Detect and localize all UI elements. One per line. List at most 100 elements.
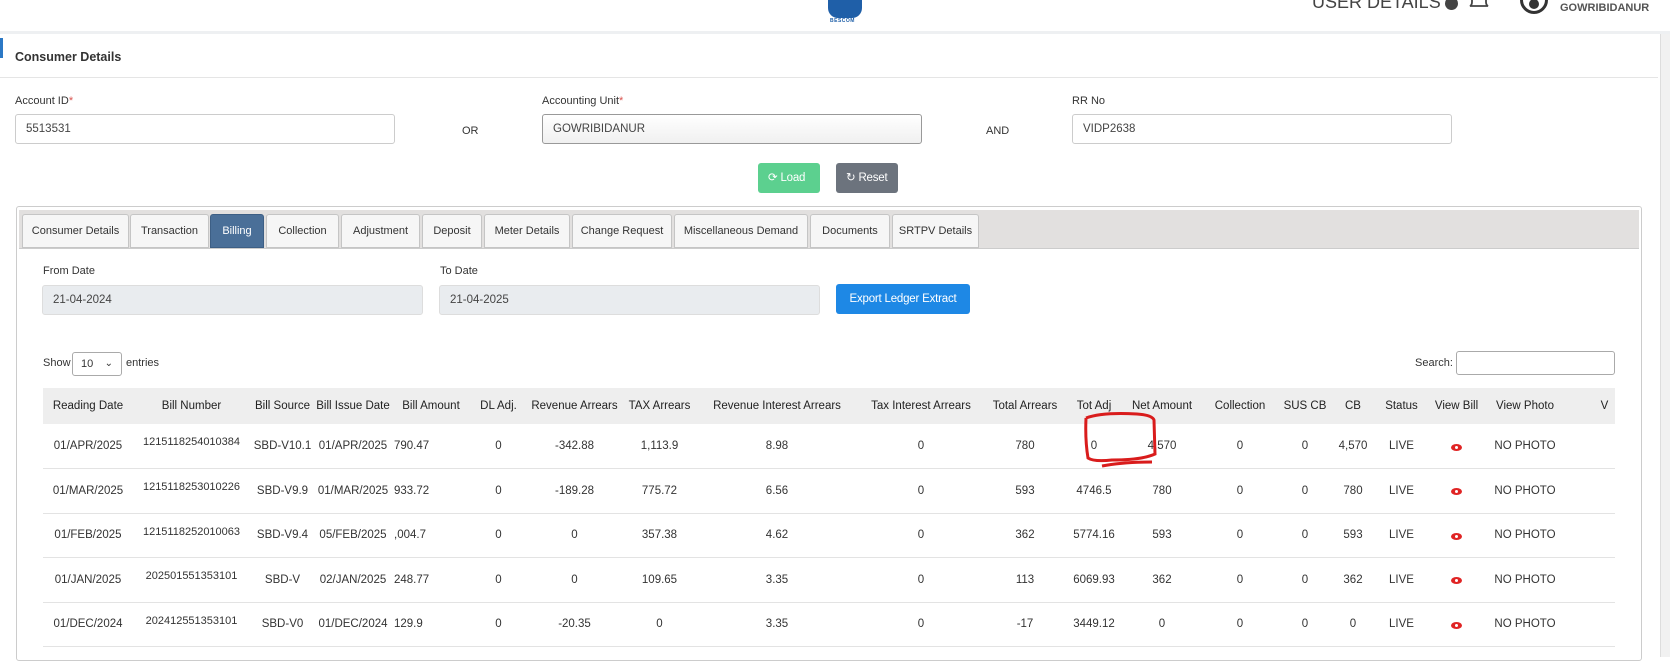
table-cell: NO PHOTO bbox=[1494, 484, 1556, 497]
column-header[interactable]: TAX Arrears bbox=[623, 388, 696, 424]
table-cell: 3449.12 bbox=[1073, 618, 1115, 631]
tab-adjustment[interactable]: Adjustment bbox=[341, 214, 420, 248]
eye-icon[interactable] bbox=[1451, 532, 1462, 540]
table-row: 01/MAR/2025 1215118253010226 SBD-V9.9 01/MA… bbox=[43, 469, 1615, 514]
column-header[interactable]: View Bill bbox=[1429, 388, 1484, 424]
billing-table-container[interactable]: Reading Date Bill Number Bill Source Bill I… bbox=[43, 388, 1615, 657]
reset-label: Reset bbox=[858, 172, 888, 184]
column-header[interactable]: SUS CB bbox=[1278, 388, 1332, 424]
column-header[interactable]: Status bbox=[1374, 388, 1429, 424]
column-header[interactable]: Collection bbox=[1202, 388, 1278, 424]
table-cell: SBD-V0 bbox=[261, 618, 304, 631]
table-cell: 0 bbox=[1236, 573, 1244, 586]
column-header[interactable]: Reading Date bbox=[43, 388, 133, 424]
table-cell: NO PHOTO bbox=[1494, 529, 1556, 542]
export-ledger-extract-button[interactable]: Export Ledger Extract bbox=[836, 284, 970, 314]
tab-miscellaneous-demand[interactable]: Miscellaneous Demand bbox=[674, 214, 808, 248]
search-input[interactable] bbox=[1456, 351, 1615, 375]
column-header[interactable]: Total Arrears bbox=[984, 388, 1066, 424]
table-cell: 780 bbox=[1152, 484, 1172, 497]
table-cell: 01/MAR/2025 bbox=[52, 484, 124, 497]
load-button[interactable]: ⟳ Load bbox=[758, 163, 820, 193]
table-cell: -342.88 bbox=[554, 440, 594, 452]
column-header[interactable]: Tot Adj bbox=[1066, 388, 1122, 424]
table-cell: 0 bbox=[571, 573, 578, 586]
table-cell: 362 bbox=[1343, 573, 1363, 586]
table-cell: 4,570 bbox=[1147, 440, 1177, 452]
table-cell: 05/FEB/2025 bbox=[319, 529, 387, 542]
eye-icon[interactable] bbox=[1451, 577, 1462, 585]
table-cell: 1215118254010384 bbox=[142, 436, 241, 448]
table-cell: 01/DEC/2024 bbox=[53, 618, 123, 631]
reset-button[interactable]: ↻ Reset bbox=[836, 163, 898, 193]
table-cell: 0 bbox=[495, 484, 502, 497]
table-cell: 593 bbox=[1015, 484, 1035, 497]
to-date-label: To Date bbox=[440, 265, 478, 277]
to-date-input[interactable]: 21-04-2025 bbox=[439, 285, 820, 315]
table-cell: 0 bbox=[1301, 618, 1309, 631]
table-cell: 1215118252010063 bbox=[142, 525, 241, 538]
table-cell: 5774.16 bbox=[1073, 529, 1115, 542]
column-header[interactable]: View Photo bbox=[1484, 388, 1566, 424]
table-cell: 780 bbox=[1343, 484, 1363, 497]
account-id-input[interactable]: 5513531 bbox=[15, 114, 395, 144]
column-header[interactable]: Revenue Interest Arrears bbox=[696, 388, 858, 424]
bell-icon[interactable] bbox=[1468, 0, 1490, 10]
table-cell: 593 bbox=[1152, 529, 1172, 542]
show-label: Show bbox=[43, 357, 71, 369]
tab-transaction[interactable]: Transaction bbox=[130, 214, 209, 248]
tab-collection[interactable]: Collection bbox=[266, 214, 339, 248]
table-cell: 775.72 bbox=[641, 484, 678, 497]
column-header[interactable]: Bill Amount bbox=[391, 388, 471, 424]
from-date-input[interactable]: 21-04-2024 bbox=[42, 285, 423, 315]
table-cell: 6069.93 bbox=[1073, 573, 1115, 586]
table-row: 01/FEB/2025 1215118252010063 SBD-V9.4 05/FE… bbox=[43, 513, 1615, 558]
eye-icon[interactable] bbox=[1451, 443, 1462, 451]
table-header-row: Reading Date Bill Number Bill Source Bill I… bbox=[43, 388, 1615, 424]
table-cell: 0 bbox=[1236, 618, 1244, 631]
table-cell: LIVE bbox=[1389, 573, 1414, 586]
table-cell bbox=[1566, 513, 1615, 558]
table-cell: 0 bbox=[917, 573, 925, 586]
column-header[interactable]: Bill Issue Date bbox=[315, 388, 391, 424]
column-header[interactable]: Tax Interest Arrears bbox=[858, 388, 984, 424]
search-label: Search: bbox=[1415, 357, 1453, 369]
user-details-menu[interactable]: USER DETAILS bbox=[1312, 0, 1458, 13]
chevron-down-icon: ⌄ bbox=[104, 358, 113, 369]
tab-meter-details[interactable]: Meter Details bbox=[484, 214, 570, 248]
page-length-select[interactable]: 10 ⌄ bbox=[72, 352, 122, 376]
accounting-unit-select[interactable]: GOWRIBIDANUR bbox=[542, 114, 922, 144]
page-scrollbar[interactable] bbox=[1660, 34, 1670, 657]
table-cell bbox=[1566, 469, 1615, 514]
column-header[interactable]: Revenue Arrears bbox=[526, 388, 623, 424]
load-label: Load bbox=[780, 172, 806, 184]
tab-deposit[interactable]: Deposit bbox=[422, 214, 482, 248]
eye-icon[interactable] bbox=[1451, 488, 1462, 496]
table-cell: 8.98 bbox=[765, 440, 789, 452]
eye-icon[interactable] bbox=[1451, 621, 1462, 629]
chevron-down-icon bbox=[1444, 0, 1458, 10]
table-cell: 0 bbox=[1236, 529, 1244, 542]
column-header[interactable]: CB bbox=[1332, 388, 1374, 424]
table-cell: 0 bbox=[1301, 573, 1309, 586]
tab-change-request[interactable]: Change Request bbox=[572, 214, 672, 248]
rr-no-label: RR No bbox=[1072, 95, 1106, 107]
table-cell: -189.28 bbox=[554, 484, 594, 497]
table-cell: SBD-V9.4 bbox=[256, 529, 309, 542]
column-header[interactable]: Bill Source bbox=[250, 388, 315, 424]
table-cell: 02/JAN/2025 bbox=[319, 573, 387, 586]
column-header[interactable]: V bbox=[1566, 388, 1615, 424]
tab-srtpv-details[interactable]: SRTPV Details bbox=[892, 214, 979, 248]
column-header[interactable]: DL Adj. bbox=[471, 388, 526, 424]
column-header[interactable]: Net Amount bbox=[1122, 388, 1202, 424]
tab-billing[interactable]: Billing bbox=[210, 214, 264, 248]
view-bill-cell bbox=[1429, 513, 1484, 558]
user-avatar-icon[interactable] bbox=[1520, 0, 1548, 14]
tab-documents[interactable]: Documents bbox=[810, 214, 890, 248]
table-row: 01/DEC/2024 202412551353101 SBD-V0 01/DEC/2… bbox=[43, 602, 1615, 647]
column-header[interactable]: Bill Number bbox=[133, 388, 250, 424]
tab-consumer-details[interactable]: Consumer Details bbox=[22, 214, 129, 248]
billing-table: Reading Date Bill Number Bill Source Bill I… bbox=[43, 388, 1615, 647]
rr-no-input[interactable]: VIDP2638 bbox=[1072, 114, 1452, 144]
table-cell: 1215118253010226 bbox=[142, 481, 241, 493]
